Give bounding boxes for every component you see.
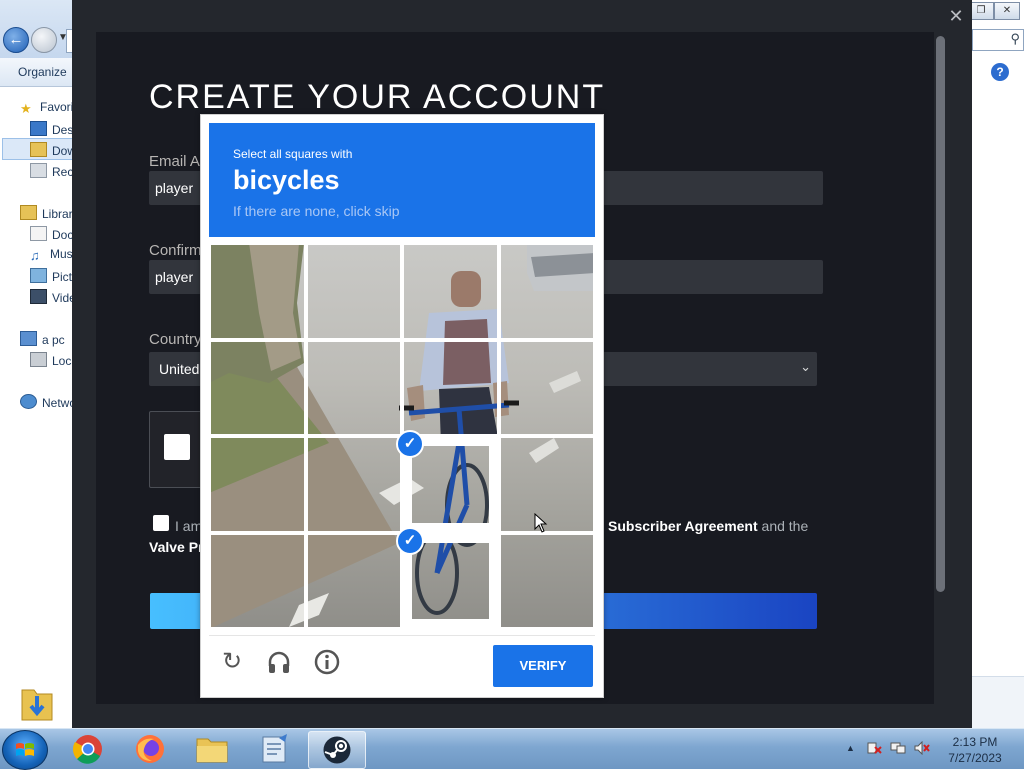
captcha-instruction: Select all squares with [233, 147, 353, 161]
captcha-target: bicycles [233, 165, 340, 195]
captcha-tile[interactable] [209, 243, 306, 340]
captcha-tile[interactable] [402, 243, 499, 340]
sidebar-item-music[interactable]: ♫ Mus [30, 247, 73, 262]
explorer-right-edge [972, 0, 1024, 728]
taskbar-notepad[interactable] [246, 731, 302, 767]
agreement-text: I am [175, 518, 203, 534]
headphones-icon[interactable] [265, 648, 293, 676]
email-value: player [155, 180, 194, 196]
desktop-icon [30, 121, 47, 136]
disk-icon [30, 352, 47, 367]
country-value: United [159, 361, 200, 377]
captcha-footer: ↻ VERIFY [209, 635, 595, 692]
action-center-icon[interactable] [866, 741, 882, 755]
chrome-icon [73, 735, 102, 764]
subscriber-agreement-link[interactable]: Subscriber Agreement [608, 518, 758, 534]
verify-button[interactable]: VERIFY [493, 645, 593, 687]
sidebar-item-videos[interactable]: Vide [30, 289, 76, 305]
search-icon: ⚲ [1010, 31, 1020, 46]
sidebar-item-libraries[interactable]: Librar [20, 205, 73, 221]
captcha-tile[interactable] [305, 339, 402, 436]
privacy-policy-text: Valve Pr [149, 539, 204, 555]
system-clock[interactable]: 2:13 PM 7/27/2023 [940, 734, 1010, 766]
reload-icon[interactable]: ↻ [218, 648, 246, 676]
privacy-policy-link[interactable]: Valve Pr [149, 539, 204, 555]
firefox-icon [136, 735, 164, 763]
chevron-down-icon: ⌄ [800, 359, 811, 374]
agreement-checkbox[interactable] [153, 515, 169, 531]
notepad-icon [262, 734, 287, 763]
pictures-icon [30, 268, 47, 283]
captcha-hint: If there are none, click skip [233, 203, 400, 219]
recent-icon [30, 163, 47, 178]
page-title: CREATE YOUR ACCOUNT [149, 78, 606, 116]
taskbar-file-explorer[interactable] [184, 731, 240, 767]
network-icon [20, 394, 37, 409]
forward-button[interactable] [31, 27, 57, 53]
clock-time: 2:13 PM [952, 735, 998, 749]
network-tray-icon[interactable] [890, 741, 906, 755]
mouse-cursor-icon [534, 513, 548, 533]
captcha-tile[interactable] [498, 339, 595, 436]
sidebar-item-pictures[interactable]: Pict [30, 268, 72, 284]
taskbar-chrome[interactable] [60, 731, 116, 767]
sidebar-item-downloads[interactable]: Dow [30, 142, 76, 158]
captcha-challenge: Select all squares with bicycles If ther… [200, 114, 604, 698]
back-button[interactable]: ← [3, 27, 29, 53]
music-icon: ♫ [30, 248, 40, 263]
captcha-tile[interactable] [402, 339, 499, 436]
sidebar-item-network[interactable]: Netwo [20, 394, 76, 410]
sidebar-item-local-disk[interactable]: Loca [30, 352, 78, 368]
organize-button[interactable]: Organize [18, 65, 67, 79]
downloads-icon [30, 142, 47, 157]
close-icon[interactable]: ✕ [946, 6, 966, 26]
taskbar-firefox[interactable] [122, 731, 178, 767]
captcha-tile[interactable] [498, 243, 595, 340]
star-icon: ★ [20, 101, 32, 116]
window-close-button[interactable]: ✕ [994, 2, 1020, 20]
captcha-tile[interactable] [498, 532, 595, 629]
taskbar: ▲ 2:13 PM 7/27/2023 [0, 728, 1024, 770]
country-label: Country [149, 331, 202, 348]
captcha-tile[interactable] [305, 436, 402, 533]
videos-icon [30, 289, 47, 304]
checkmark-icon: ✓ [396, 430, 424, 458]
recaptcha-checkbox[interactable] [164, 434, 190, 460]
volume-muted-icon[interactable] [914, 741, 930, 755]
documents-icon [30, 226, 47, 241]
sidebar-item-favorites[interactable]: ★ Favori [20, 100, 73, 115]
sidebar-item-documents[interactable]: Doc [30, 226, 73, 242]
libraries-icon [20, 205, 37, 220]
sidebar-item-this-pc[interactable]: a pc [20, 331, 65, 347]
email-label: Email Ac [149, 153, 208, 170]
captcha-tile[interactable] [209, 532, 306, 629]
computer-icon [20, 331, 37, 346]
captcha-image-grid: ✓ ✓ [209, 243, 595, 629]
checkmark-icon: ✓ [396, 526, 424, 555]
captcha-tile[interactable] [209, 339, 306, 436]
scrollbar[interactable] [936, 36, 945, 592]
confirm-email-label: Confirm [149, 242, 202, 259]
taskbar-steam[interactable] [308, 731, 366, 769]
download-folder-icon [21, 689, 53, 721]
captcha-tile[interactable] [305, 243, 402, 340]
steam-icon [323, 736, 351, 764]
agreement-and-text: and the [761, 518, 809, 534]
confirm-email-value: player [155, 269, 194, 285]
start-button[interactable] [2, 730, 48, 770]
windows-logo-icon [16, 743, 34, 756]
search-input[interactable]: ⚲ [972, 29, 1024, 51]
details-pane [972, 676, 1024, 729]
clock-date: 7/27/2023 [948, 751, 1002, 765]
agreement-links: Subscriber Agreement and the [608, 518, 808, 534]
help-icon[interactable]: ? [991, 63, 1009, 81]
captcha-header: Select all squares with bicycles If ther… [209, 123, 595, 237]
captcha-tile[interactable] [209, 436, 306, 533]
captcha-tile[interactable] [305, 532, 402, 629]
info-icon[interactable] [313, 648, 341, 676]
recaptcha-widget [149, 411, 205, 488]
folder-icon [196, 738, 228, 763]
show-hidden-icons[interactable]: ▲ [846, 743, 855, 753]
